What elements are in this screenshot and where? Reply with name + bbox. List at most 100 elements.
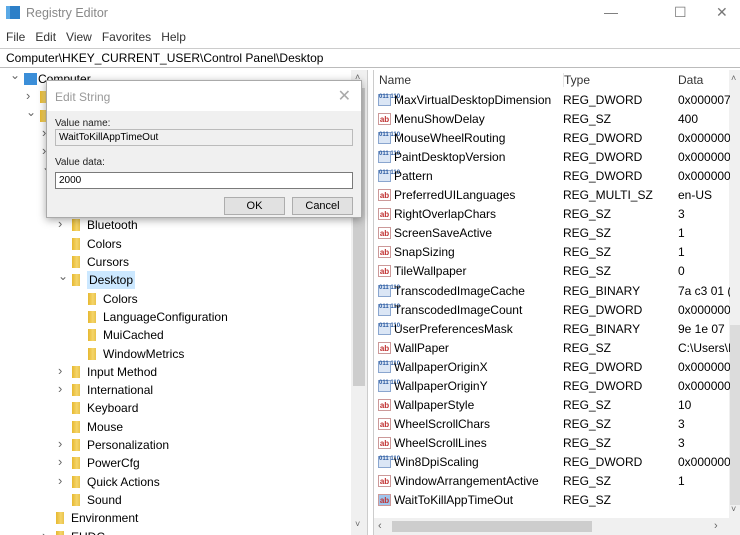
tree-item[interactable]: › Personalization <box>0 436 350 454</box>
column-data[interactable]: Data <box>678 73 703 87</box>
close-button[interactable]: ✕ <box>716 4 728 21</box>
scroll-left-icon[interactable]: ‹ <box>378 520 382 532</box>
chevron-right-icon[interactable]: › <box>58 215 62 233</box>
menu-bar: File Edit View Favorites Help <box>6 30 186 44</box>
tree-item[interactable]: Mouse <box>0 418 350 436</box>
value-type: REG_DWORD <box>563 378 643 393</box>
chevron-right-icon[interactable]: › <box>58 362 62 380</box>
value-row[interactable]: 011 110 MaxVirtualDesktopDimension REG_DWO… <box>374 91 730 110</box>
tree-item[interactable]: › Input Method <box>0 363 350 381</box>
tree-item[interactable]: WindowMetrics <box>0 345 350 363</box>
value-row[interactable]: 011 110 WallpaperOriginX REG_DWORD 0x000000 <box>374 358 730 377</box>
chevron-down-icon[interactable]: ⌄ <box>10 70 20 84</box>
value-row[interactable]: 011 110 TranscodedImageCache REG_BINARY 7a … <box>374 282 730 301</box>
value-row[interactable]: ab ScreenSaveActive REG_SZ 1 <box>374 224 729 243</box>
value-name: PreferredUILanguages <box>394 188 516 203</box>
value-data: 0 <box>678 264 685 279</box>
value-type: REG_BINARY <box>563 321 641 336</box>
value-type: REG_SZ <box>563 112 612 127</box>
menu-edit[interactable]: Edit <box>35 30 56 44</box>
tree-item[interactable]: LanguageConfiguration <box>0 308 350 326</box>
value-row[interactable]: ab WaitToKillAppTimeOut REG_SZ <box>374 491 729 510</box>
tree-item[interactable]: MuiCached <box>0 326 350 344</box>
folder-icon <box>72 420 80 433</box>
value-row[interactable]: ab PreferredUILanguages REG_MULTI_SZ en-US <box>374 186 729 205</box>
value-row[interactable]: ab MenuShowDelay REG_SZ 400 <box>374 110 729 129</box>
scroll-right-icon[interactable]: › <box>714 520 718 532</box>
tree-item[interactable]: › International <box>0 381 350 399</box>
menu-help[interactable]: Help <box>161 30 186 44</box>
list-vertical-scrollbar[interactable]: ˄ ˅ <box>729 70 740 518</box>
value-row[interactable]: ab RightOverlapChars REG_SZ 3 <box>374 205 729 224</box>
cancel-button[interactable]: Cancel <box>292 197 353 215</box>
minimize-button[interactable]: — <box>604 4 618 20</box>
value-row[interactable]: ab TileWallpaper REG_SZ 0 <box>374 262 729 281</box>
scroll-down-icon[interactable]: ˅ <box>731 504 736 514</box>
value-row[interactable]: ab WheelScrollChars REG_SZ 3 <box>374 415 729 434</box>
list-horizontal-scrollbar[interactable]: ‹ › <box>374 518 740 535</box>
value-row[interactable]: 011 110 MouseWheelRouting REG_DWORD 0x00000… <box>374 129 730 148</box>
dialog-title: Edit String <box>55 90 111 104</box>
tree-item[interactable]: › Bluetooth <box>0 216 350 234</box>
scroll-up-icon[interactable]: ˄ <box>731 73 736 83</box>
chevron-right-icon[interactable]: › <box>58 435 62 453</box>
value-row[interactable]: 011 110 WallpaperOriginY REG_DWORD 0x000000 <box>374 377 730 396</box>
value-name: WallpaperOriginX <box>394 359 488 374</box>
value-data: 10 <box>678 397 692 412</box>
string-value-icon: ab <box>378 113 391 126</box>
address-bar[interactable]: Computer\HKEY_CURRENT_USER\Control Panel… <box>0 48 740 68</box>
tree-item[interactable]: Keyboard <box>0 399 350 417</box>
tree-item[interactable]: Sound <box>0 491 350 509</box>
menu-view[interactable]: View <box>66 30 92 44</box>
scroll-down-icon[interactable]: ˅ <box>355 519 360 529</box>
tree-item[interactable]: Colors <box>0 235 350 253</box>
tree-item[interactable]: › Quick Actions <box>0 473 350 491</box>
column-type[interactable]: Type <box>563 73 590 87</box>
tree-item[interactable]: Cursors <box>0 253 350 271</box>
tree-item[interactable]: › EUDC <box>0 528 350 535</box>
value-data: 1 <box>678 245 685 260</box>
value-row[interactable]: 011 110 Pattern REG_DWORD 0x000000 <box>374 167 730 186</box>
menu-favorites[interactable]: Favorites <box>102 30 151 44</box>
value-row[interactable]: 011 110 UserPreferencesMask REG_BINARY 9e 1… <box>374 320 729 339</box>
chevron-right-icon[interactable]: › <box>42 527 46 535</box>
value-name: Win8DpiScaling <box>394 454 479 469</box>
value-row[interactable]: ab WheelScrollLines REG_SZ 3 <box>374 434 729 453</box>
tree-item[interactable]: Environment <box>0 509 350 527</box>
tree-item[interactable]: ⌄ Desktop <box>0 269 350 290</box>
folder-icon <box>72 493 80 506</box>
string-value-icon: ab <box>378 436 391 449</box>
tree-item[interactable]: › PowerCfg <box>0 454 350 472</box>
chevron-down-icon[interactable]: ⌄ <box>58 267 68 285</box>
value-row[interactable]: 011 110 PaintDesktopVersion REG_DWORD 0x000… <box>374 148 730 167</box>
value-row[interactable]: ab WindowArrangementActive REG_SZ 1 <box>374 472 729 491</box>
scroll-thumb[interactable] <box>392 521 592 532</box>
dialog-close-icon[interactable]: ✕ <box>338 86 351 106</box>
chevron-right-icon[interactable]: › <box>58 453 62 471</box>
value-data: 0x000000 <box>678 150 730 165</box>
chevron-right-icon[interactable]: › <box>58 472 62 490</box>
value-name: WallpaperStyle <box>394 397 475 412</box>
column-name[interactable]: Name <box>379 73 411 87</box>
tree-item-label: LanguageConfiguration <box>103 309 228 324</box>
value-name: MouseWheelRouting <box>394 131 506 146</box>
maximize-button[interactable]: ☐ <box>674 4 687 21</box>
chevron-right-icon[interactable]: › <box>58 380 62 398</box>
value-type: REG_SZ <box>563 245 612 260</box>
value-row[interactable]: 011 110 TranscodedImageCount REG_DWORD 0x00… <box>374 301 730 320</box>
tree-item-label: EUDC <box>71 528 105 535</box>
value-name: TileWallpaper <box>394 264 467 279</box>
string-value-icon: ab <box>378 398 391 411</box>
tree-item-label: Sound <box>87 492 122 507</box>
value-row[interactable]: ab WallPaper REG_SZ C:\Users\I <box>374 339 730 358</box>
value-data-field[interactable]: 2000 <box>55 172 353 189</box>
ok-button[interactable]: OK <box>224 197 285 215</box>
tree-item[interactable]: Colors <box>0 290 350 308</box>
tree-item-label: MuiCached <box>103 328 164 343</box>
scroll-thumb[interactable] <box>730 325 740 505</box>
chevron-down-icon[interactable]: ⌄ <box>26 103 36 121</box>
value-row[interactable]: ab WallpaperStyle REG_SZ 10 <box>374 396 729 415</box>
menu-file[interactable]: File <box>6 30 25 44</box>
value-row[interactable]: 011 110 Win8DpiScaling REG_DWORD 0x000000 <box>374 453 730 472</box>
value-row[interactable]: ab SnapSizing REG_SZ 1 <box>374 243 729 262</box>
